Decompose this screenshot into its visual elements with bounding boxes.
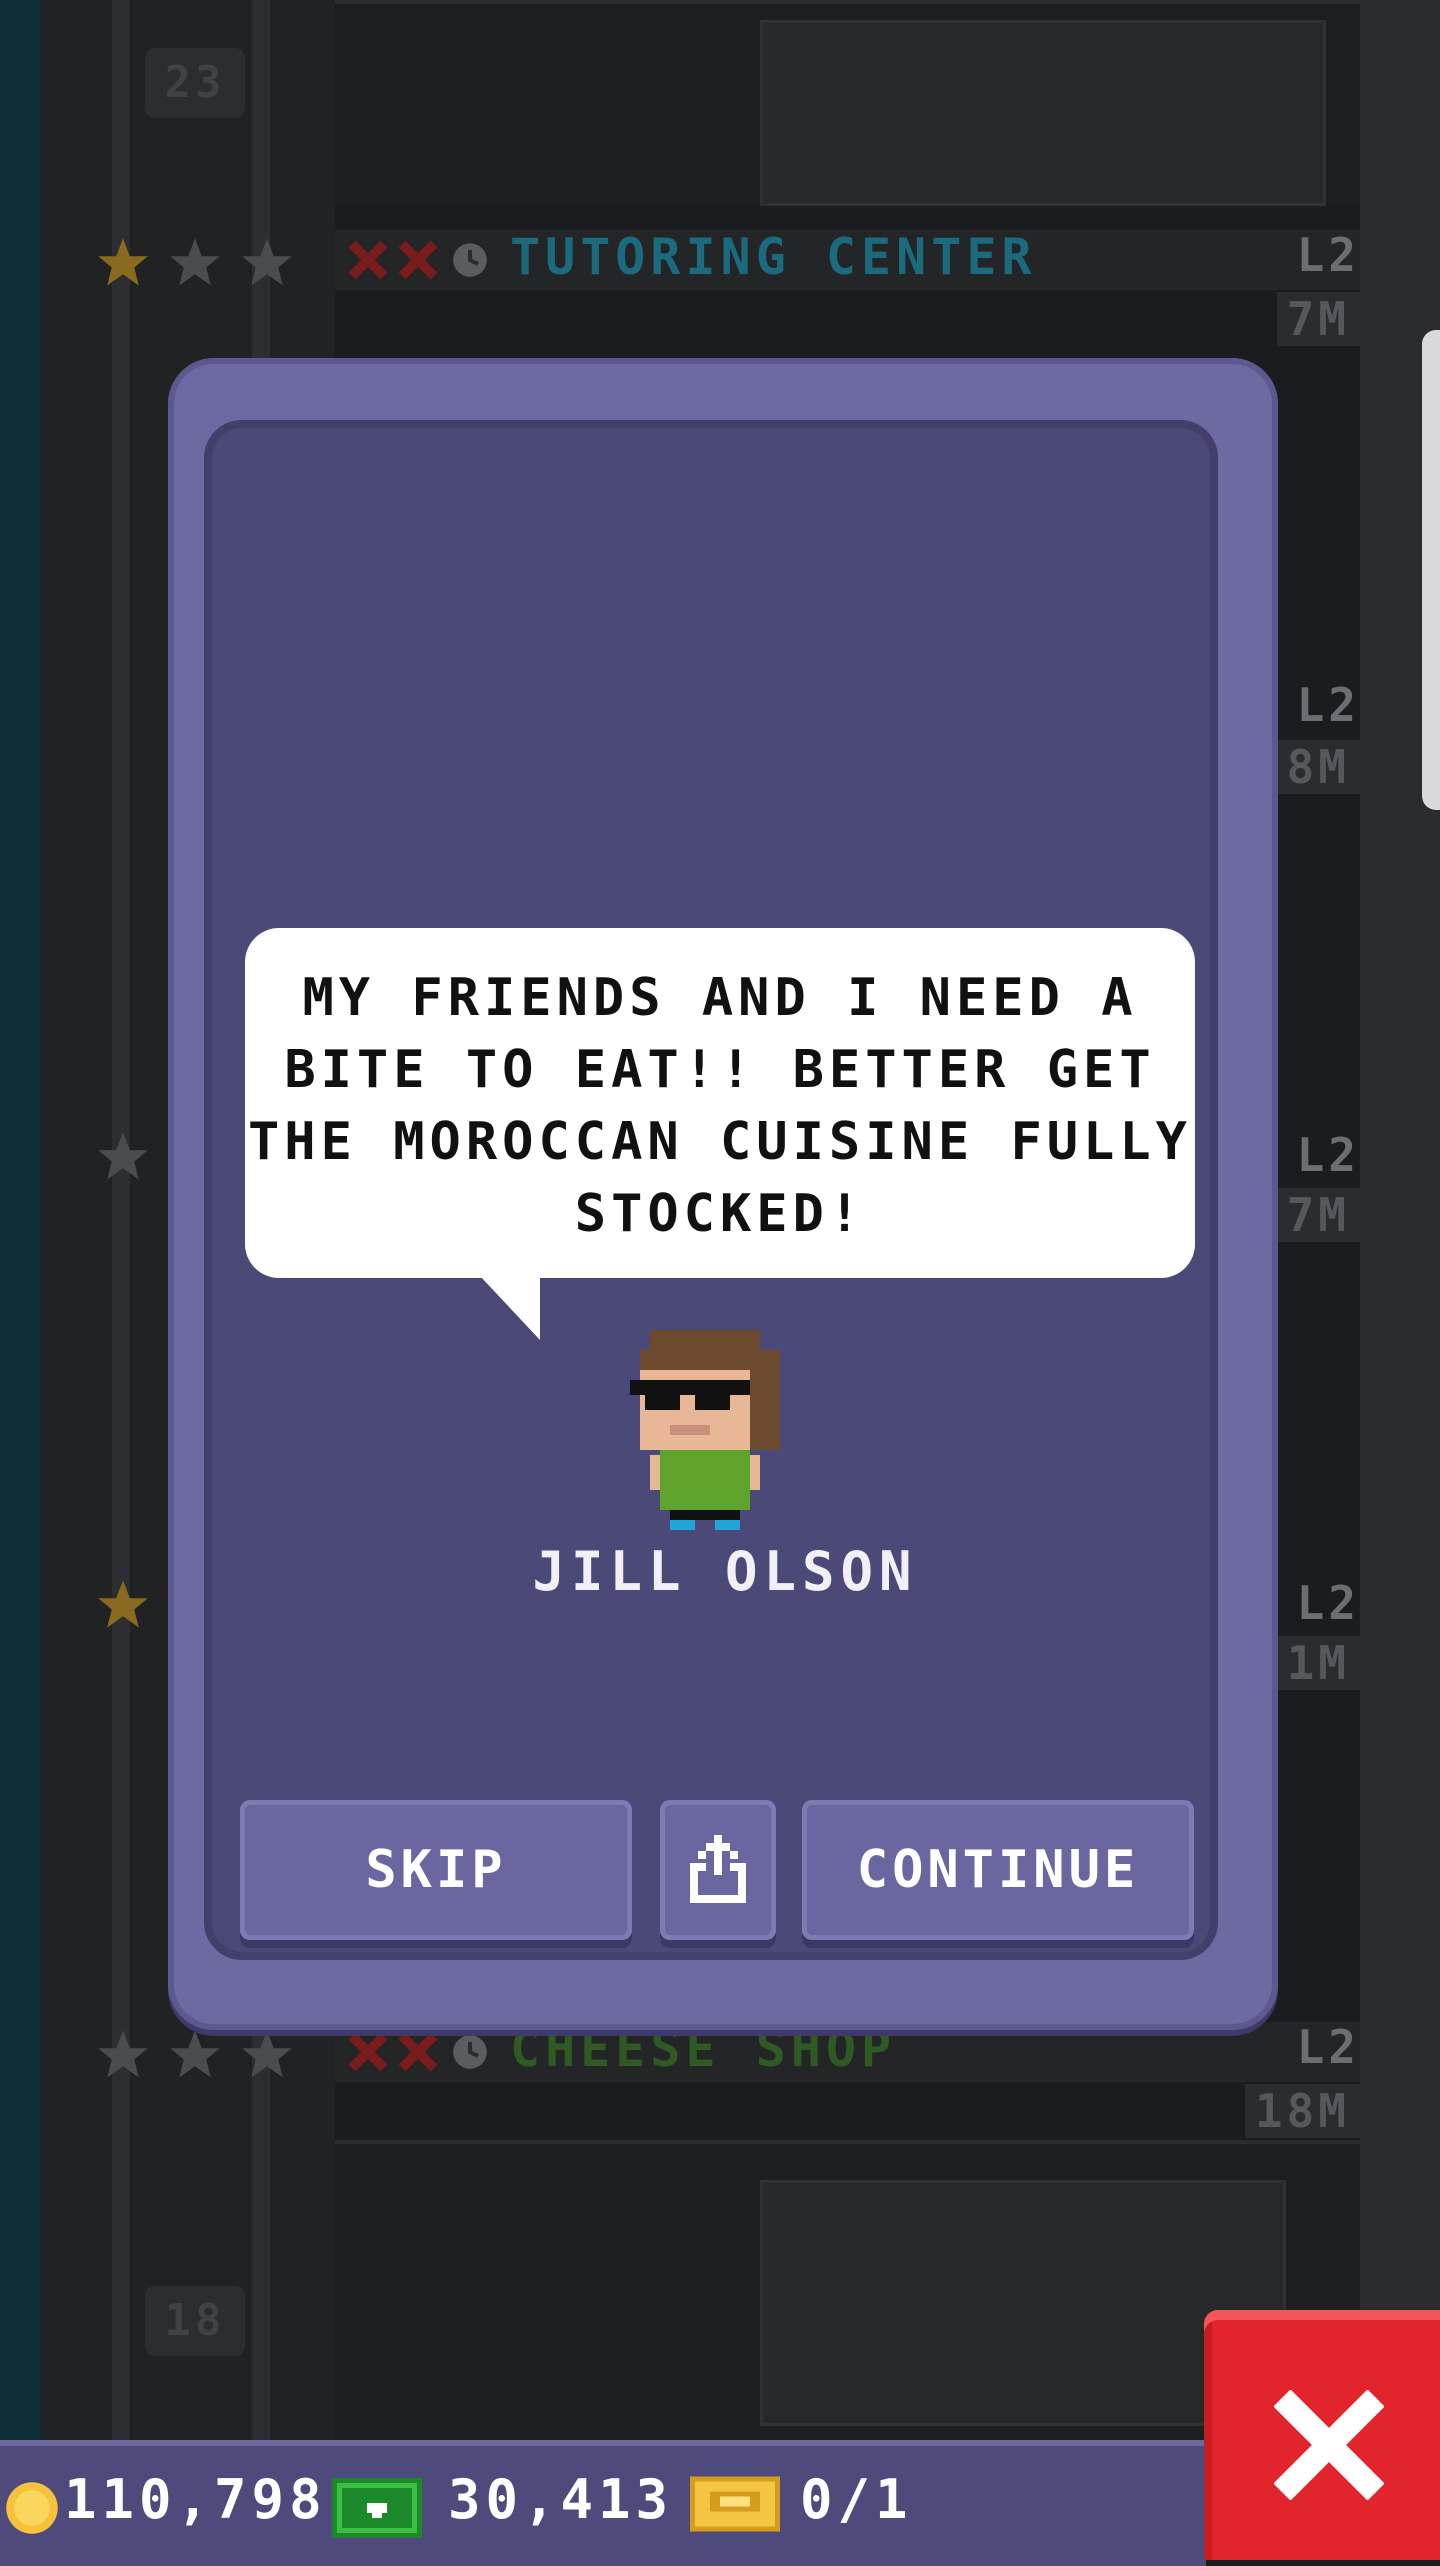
star-icon [96, 2028, 150, 2082]
coin-icon [4, 2480, 60, 2536]
sold-out-icon [398, 240, 438, 280]
continue-button[interactable]: CONTINUE [802, 1800, 1194, 1940]
star-icon [96, 1130, 150, 1184]
floor-level: L2 [1296, 228, 1360, 282]
bux-icon [332, 2476, 422, 2540]
sold-out-icon [348, 240, 388, 280]
floor-stock-time: 8M [1276, 740, 1360, 794]
ticket-count: 0/1 [800, 2468, 913, 2531]
character-avatar [630, 1330, 800, 1540]
floor-stock-time: 1M [1276, 1636, 1360, 1690]
floor-level: L2 [1296, 678, 1360, 732]
floor-number: 18 [145, 2286, 245, 2356]
room-decor [760, 20, 1326, 206]
star-icon [240, 236, 294, 290]
close-button[interactable] [1204, 2310, 1440, 2560]
speech-text: MY FRIENDS AND I NEED A BITE TO EAT!! BE… [248, 968, 1192, 1244]
floor-level: L2 [1296, 1576, 1360, 1630]
close-icon [1274, 2390, 1384, 2500]
floor-stock-time: 18M [1244, 2084, 1360, 2138]
floor-name: TUTORING CENTER [510, 228, 1037, 286]
star-icon [96, 1578, 150, 1632]
continue-button-label: CONTINUE [856, 1840, 1140, 1900]
sold-out-icon [398, 2032, 438, 2072]
share-button[interactable] [660, 1800, 776, 1940]
star-icon [240, 2028, 294, 2082]
character-name: JILL OLSON [532, 1540, 918, 1603]
coin-count: 110,798 [64, 2468, 327, 2531]
background-edge [0, 0, 40, 2440]
floor-level: L2 [1296, 2020, 1360, 2074]
bux-count: 30,413 [448, 2468, 674, 2531]
clock-icon [450, 2032, 490, 2072]
side-panel-tab[interactable] [1422, 330, 1440, 810]
ticket-icon [690, 2476, 780, 2532]
clock-icon [450, 240, 490, 280]
floor-stock-time: 7M [1276, 292, 1360, 346]
star-icon [168, 2028, 222, 2082]
sold-out-icon [348, 2032, 388, 2072]
floor-level: L2 [1296, 1128, 1360, 1182]
share-icon [690, 1835, 746, 1903]
skip-button[interactable]: SKIP [240, 1800, 632, 1940]
floor-number: 23 [145, 48, 245, 118]
skip-button-label: SKIP [365, 1840, 507, 1900]
floor-stock-time: 7M [1276, 1188, 1360, 1242]
star-icon [168, 236, 222, 290]
speech-bubble: MY FRIENDS AND I NEED A BITE TO EAT!! BE… [245, 928, 1195, 1278]
speech-bubble-tail [480, 1276, 540, 1340]
star-icon [96, 236, 150, 290]
